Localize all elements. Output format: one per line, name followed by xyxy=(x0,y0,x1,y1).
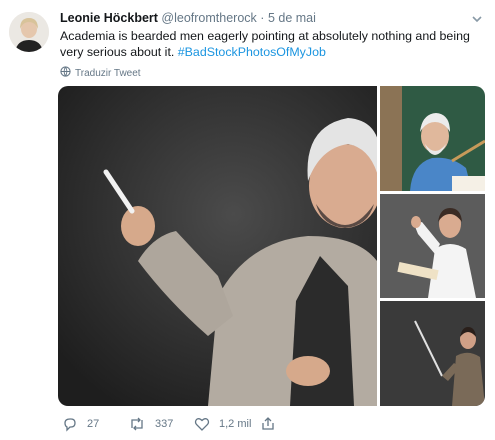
display-name[interactable]: Leonie Höckbert xyxy=(60,11,158,25)
tweet-header: Leonie Höckbert @leofromtherock · 5 de m… xyxy=(60,11,316,25)
handle[interactable]: @leofromtherock xyxy=(161,11,256,25)
photo-top-right[interactable] xyxy=(380,86,485,191)
globe-icon xyxy=(60,66,71,80)
reply-button[interactable]: 27 xyxy=(62,412,99,436)
photo-bottom-right[interactable] xyxy=(380,301,485,406)
tweet-text: Academia is bearded men eagerly pointing… xyxy=(60,28,475,60)
retweet-icon xyxy=(128,416,146,432)
share-button[interactable] xyxy=(260,412,276,436)
like-count: 1,2 mil xyxy=(219,418,252,430)
heart-icon xyxy=(194,416,210,432)
retweet-count: 337 xyxy=(155,418,174,430)
photo-middle-right[interactable] xyxy=(380,194,485,298)
like-button[interactable]: 1,2 mil xyxy=(194,412,251,436)
reply-icon xyxy=(62,416,78,432)
translate-label: Traduzir Tweet xyxy=(75,67,141,79)
action-bar: 27 337 1,2 mil xyxy=(60,412,480,436)
avatar[interactable] xyxy=(9,12,49,52)
reply-count: 27 xyxy=(87,418,100,430)
timestamp[interactable]: 5 de mai xyxy=(268,11,316,25)
photo-main[interactable] xyxy=(58,86,377,406)
share-icon xyxy=(260,416,276,432)
chevron-down-icon[interactable] xyxy=(469,11,485,27)
hashtag-link[interactable]: #BadStockPhotosOfMyJob xyxy=(178,45,326,59)
translate-link[interactable]: Traduzir Tweet xyxy=(60,66,141,80)
separator: · xyxy=(260,11,265,25)
tweet-card[interactable]: Leonie Höckbert @leofromtherock · 5 de m… xyxy=(0,0,495,440)
retweet-button[interactable]: 337 xyxy=(128,412,173,436)
media-grid xyxy=(58,86,485,406)
